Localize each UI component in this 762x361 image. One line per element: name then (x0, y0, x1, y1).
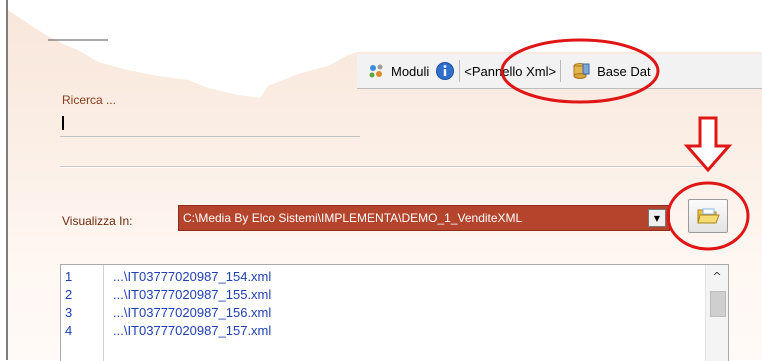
base-dati-label: Base Dat (597, 63, 651, 79)
scroll-thumb[interactable] (710, 291, 726, 317)
folder-open-icon (697, 208, 720, 224)
visualizza-label: Visualizza In: (62, 214, 133, 228)
base-dati-button[interactable]: Base Dat (571, 54, 651, 88)
chevron-down-icon[interactable]: ▼ (648, 209, 666, 227)
list-item[interactable]: 3 ...\IT03777020987_156.xml (61, 305, 701, 323)
file-name: ...\IT03777020987_156.xml (113, 305, 272, 320)
moduli-button[interactable]: Moduli (367, 54, 429, 88)
toolbar-separator (459, 60, 461, 82)
divider (60, 166, 715, 167)
toolbar: Moduli <Pannello Xml> Base Dat (357, 54, 762, 89)
list-item[interactable]: 2 ...\IT03777020987_155.xml (61, 287, 701, 305)
file-name: ...\IT03777020987_154.xml (113, 269, 272, 284)
path-dropdown[interactable]: C:\Media By Elco Sistemi\IMPLEMENTA\DEMO… (178, 205, 670, 231)
search-input[interactable] (60, 112, 360, 137)
line-number: 1 (65, 269, 73, 284)
line-number: 4 (65, 323, 73, 338)
list-item[interactable]: 4 ...\IT03777020987_157.xml (61, 323, 701, 341)
line-number: 3 (65, 305, 73, 320)
moduli-icon (369, 64, 383, 78)
scroll-up-icon[interactable]: ^ (710, 271, 724, 283)
toolbar-separator (560, 60, 562, 82)
file-name: ...\IT03777020987_157.xml (113, 323, 272, 338)
text-caret (62, 116, 64, 130)
pannello-xml-label: <Pannello Xml> (464, 63, 557, 79)
info-icon (436, 62, 455, 80)
search-label: Ricerca ... (62, 93, 117, 107)
pannello-xml-tab[interactable]: <Pannello Xml> (464, 54, 556, 88)
vertical-scrollbar[interactable]: ^ (705, 265, 728, 361)
list-item[interactable]: 1 ...\IT03777020987_154.xml (61, 269, 701, 287)
info-button[interactable] (435, 54, 455, 88)
browse-folder-button[interactable] (688, 199, 728, 233)
path-value: C:\Media By Elco Sistemi\IMPLEMENTA\DEMO… (183, 211, 523, 225)
database-icon (573, 63, 590, 79)
file-name: ...\IT03777020987_155.xml (113, 287, 272, 302)
xml-file-list[interactable]: 1 ...\IT03777020987_154.xml 2 ...\IT0377… (60, 264, 729, 361)
moduli-label: Moduli (391, 63, 430, 79)
line-number: 2 (65, 287, 73, 302)
